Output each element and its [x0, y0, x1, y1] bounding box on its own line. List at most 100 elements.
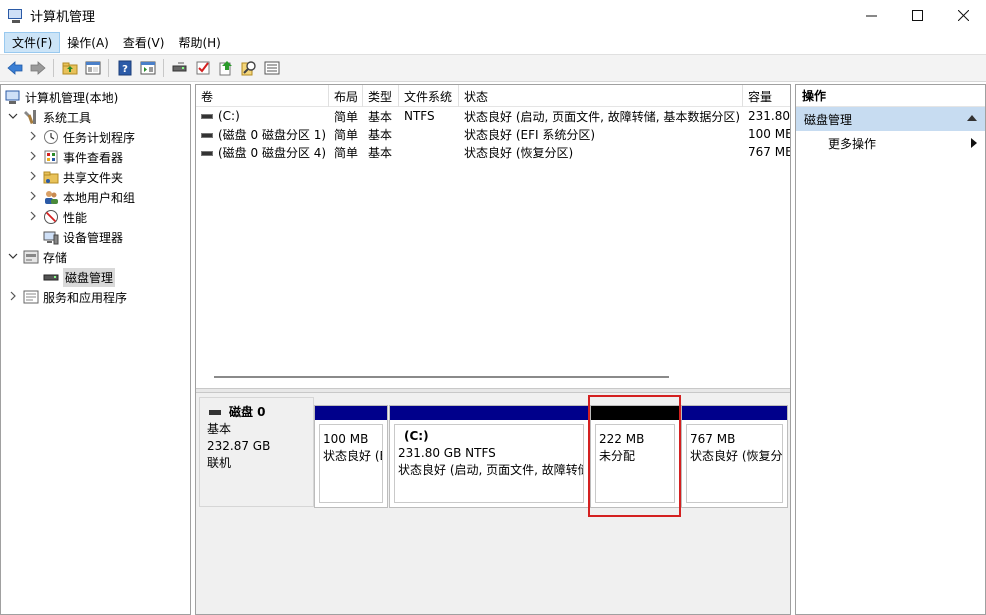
volume-icon: [201, 132, 213, 138]
tree-item-disk-management[interactable]: 磁盘管理: [43, 267, 116, 287]
forward-button[interactable]: [26, 57, 49, 79]
column-header-filesystem[interactable]: 文件系统: [399, 85, 459, 107]
tree-label: 本地用户和组: [63, 190, 136, 205]
tree-label: 服务和应用程序: [43, 290, 128, 305]
tree-item-services[interactable]: 服务和应用程序: [7, 287, 127, 307]
chevron-right-icon[interactable]: [27, 211, 39, 224]
disk-info-box[interactable]: 磁盘 0 基本 232.87 GB 联机: [199, 397, 314, 507]
partition-c[interactable]: (C:) 231.80 GB NTFS 状态良好 (启动, 页面文件, 故障转储: [389, 405, 589, 508]
up-level-button[interactable]: [58, 57, 81, 79]
table-row[interactable]: (C:) 简单 基本 NTFS 状态良好 (启动, 页面文件, 故障转储, 基本…: [196, 107, 790, 125]
title-bar: 计算机管理: [0, 0, 986, 31]
volume-type: 基本: [368, 145, 393, 160]
chevron-down-icon[interactable]: [7, 251, 19, 264]
check-icon: [196, 61, 209, 75]
search-button[interactable]: [237, 57, 260, 79]
maximize-icon: [911, 10, 923, 21]
column-header-capacity[interactable]: 容量: [743, 85, 790, 107]
disk-type: 基本: [207, 422, 232, 436]
table-row[interactable]: (磁盘 0 磁盘分区 4) 简单 基本 状态良好 (恢复分区) 767 ME: [196, 143, 790, 161]
chevron-right-icon[interactable]: [7, 291, 19, 304]
chevron-down-icon[interactable]: [7, 111, 19, 124]
svg-text:?: ?: [122, 64, 128, 75]
volume-list-header: 卷 布局 类型 文件系统 状态 容量: [196, 85, 790, 107]
volume-icon: [201, 114, 213, 119]
tree-item-storage[interactable]: 存储: [7, 247, 67, 267]
check-button[interactable]: [191, 57, 214, 79]
tree-label: 磁盘管理: [63, 267, 116, 287]
list-button[interactable]: [260, 57, 283, 79]
tree-label: 设备管理器: [63, 230, 124, 245]
tree-item-performance[interactable]: 性能: [27, 207, 87, 227]
tree-label: 任务计划程序: [63, 130, 136, 145]
partition-bar: [315, 406, 387, 420]
menu-help[interactable]: 帮助(H): [171, 32, 227, 53]
partition-recovery[interactable]: 767 MB 状态良好 (恢复分: [681, 405, 788, 508]
maximize-button[interactable]: [894, 0, 940, 31]
disk-graphical-view: 磁盘 0 基本 232.87 GB 联机 100 MB 状态良好 (E (C:)…: [196, 393, 790, 614]
volume-type: 基本: [368, 109, 393, 124]
more-actions-label: 更多操作: [828, 136, 877, 151]
chevron-right-icon[interactable]: [27, 131, 39, 144]
table-row[interactable]: (磁盘 0 磁盘分区 1) 简单 基本 状态良好 (EFI 系统分区) 100 …: [196, 125, 790, 143]
chevron-right-icon[interactable]: [27, 151, 39, 164]
tree-item-shared-folders[interactable]: 共享文件夹: [27, 167, 123, 187]
tree-item-local-users[interactable]: 本地用户和组: [27, 187, 135, 207]
export-icon: [219, 61, 232, 76]
tree-item-device-manager[interactable]: 设备管理器: [43, 227, 123, 247]
actions-pane: 操作 磁盘管理 更多操作: [795, 84, 986, 615]
properties-button[interactable]: [136, 57, 159, 79]
tree-item-event-viewer[interactable]: 事件查看器: [27, 147, 123, 167]
column-header-volume[interactable]: 卷: [196, 85, 329, 107]
highlight-annotation: [588, 395, 681, 517]
show-hide-tree-button[interactable]: [81, 57, 104, 79]
tree-item-system-tools[interactable]: 系统工具: [7, 107, 91, 127]
collapse-up-icon[interactable]: [967, 115, 977, 121]
partition-size: 231.80 GB NTFS: [398, 446, 496, 460]
computer-management-icon: [8, 8, 24, 24]
tree-label: 计算机管理(本地): [25, 90, 119, 105]
search-icon: [241, 61, 256, 76]
volume-layout: 简单: [334, 127, 359, 142]
back-arrow-icon: [6, 61, 22, 75]
chevron-right-icon[interactable]: [27, 171, 39, 184]
partition-efi[interactable]: 100 MB 状态良好 (E: [314, 405, 388, 508]
horizontal-scrollbar[interactable]: [214, 376, 669, 378]
actions-header: 操作: [796, 85, 985, 107]
column-header-type[interactable]: 类型: [363, 85, 399, 107]
chevron-right-icon[interactable]: [27, 191, 39, 204]
menu-file[interactable]: 文件(F): [4, 32, 61, 53]
toolbar-separator: [53, 59, 54, 77]
event-log-icon: [43, 149, 59, 165]
disk-size: 232.87 GB: [207, 439, 271, 453]
tree-item-task-scheduler[interactable]: 任务计划程序: [27, 127, 135, 147]
actions-section-disk-management[interactable]: 磁盘管理: [796, 107, 985, 131]
back-button[interactable]: [3, 57, 26, 79]
menu-action[interactable]: 操作(A): [60, 32, 116, 53]
volume-name: (磁盘 0 磁盘分区 1): [218, 127, 327, 142]
volume-type: 基本: [368, 127, 393, 142]
column-header-layout[interactable]: 布局: [329, 85, 363, 107]
help-button[interactable]: ?: [113, 57, 136, 79]
partition-bar: [682, 406, 787, 420]
tree-item-root[interactable]: 计算机管理(本地): [5, 87, 118, 107]
disk-button[interactable]: [168, 57, 191, 79]
up-folder-icon: [62, 62, 77, 75]
column-header-status[interactable]: 状态: [459, 85, 743, 107]
more-actions-item[interactable]: 更多操作: [796, 131, 985, 155]
close-button[interactable]: [940, 0, 986, 31]
list-icon: [264, 61, 279, 75]
volume-status: 状态良好 (启动, 页面文件, 故障转储, 基本数据分区): [464, 109, 741, 124]
disk-status: 联机: [207, 456, 232, 470]
minimize-icon: [865, 15, 877, 17]
toolbar-separator: [163, 59, 164, 77]
menu-view[interactable]: 查看(V): [116, 32, 172, 53]
export-button[interactable]: [214, 57, 237, 79]
forward-arrow-icon: [30, 61, 46, 75]
clock-icon: [43, 129, 59, 145]
minimize-button[interactable]: [848, 0, 894, 31]
partition-bar: [390, 406, 588, 420]
volume-name: (磁盘 0 磁盘分区 4): [218, 145, 327, 160]
device-manager-icon: [43, 229, 59, 245]
partition-status: 状态良好 (恢复分: [690, 449, 783, 463]
